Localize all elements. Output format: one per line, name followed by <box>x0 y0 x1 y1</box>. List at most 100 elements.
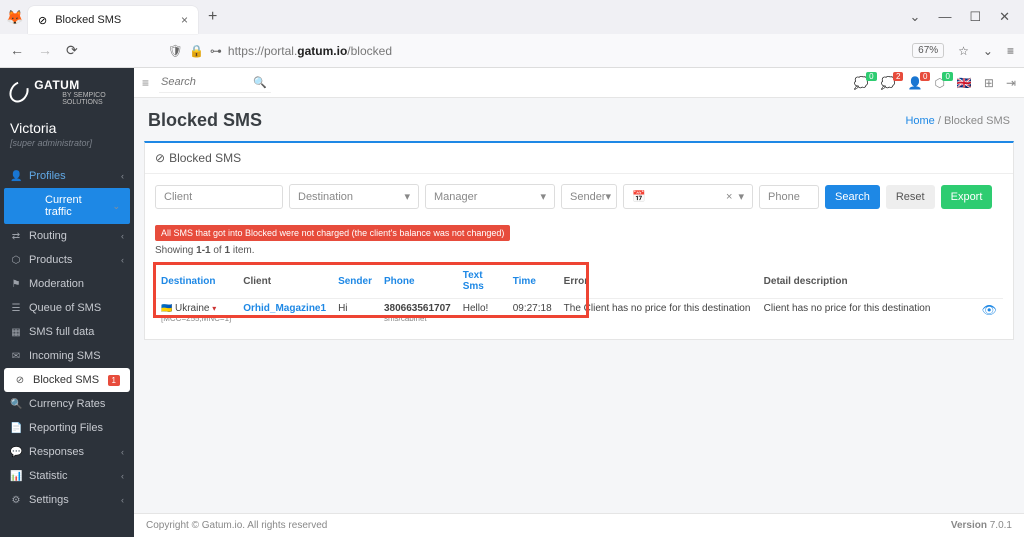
new-tab-button[interactable]: + <box>202 8 223 26</box>
reset-button[interactable]: Reset <box>886 185 935 209</box>
client-link[interactable]: Orhid_Magazine1 <box>243 303 326 314</box>
col-sender[interactable]: Sender <box>332 264 378 299</box>
col-client[interactable]: Client <box>237 264 332 299</box>
favicon-icon: ⊘ <box>38 14 47 27</box>
panel-blocked-sms: ⊘ Blocked SMS Client Destination▾ Manage… <box>144 141 1014 340</box>
notification-badge[interactable]: 👤0 <box>907 76 922 90</box>
browser-tab-strip: 🦊 ⊘ Blocked SMS × + ⌄ — ☐ ✕ <box>0 0 1024 34</box>
col-time[interactable]: Time <box>507 264 558 299</box>
sidebar-item-queue-of-sms[interactable]: ☰Queue of SMS <box>0 296 134 320</box>
search-icon[interactable]: 🔍 <box>249 76 271 89</box>
calendar-icon: 📅 <box>632 190 646 203</box>
warning-banner: All SMS that got into Blocked were not c… <box>155 225 510 241</box>
sidebar-item-settings[interactable]: ⚙Settings‹ <box>0 488 134 512</box>
search-button[interactable]: Search <box>825 185 880 209</box>
sidebar-item-currency-rates[interactable]: 🔍Currency Rates <box>0 392 134 416</box>
menu-icon: 📊 <box>10 471 22 482</box>
minimize-icon[interactable]: — <box>938 9 951 25</box>
permissions-icon: ⊶ <box>210 44 222 58</box>
filter-phone[interactable]: Phone <box>759 185 819 209</box>
shield-icon: 🛡 <box>168 44 183 58</box>
menu-icon: ⬡ <box>10 255 22 266</box>
menu-icon: ▦ <box>10 327 22 338</box>
main-content: ≡ 🔍 💭0💭2👤0⬡0 🇬🇧 ⊞ ⇥ Blocked SMS Home / B… <box>134 68 1024 537</box>
sidebar-item-blocked-sms[interactable]: ⊘Blocked SMS1 <box>4 368 130 392</box>
menu-icon: ⇄ <box>10 231 22 242</box>
filter-destination[interactable]: Destination▾ <box>289 184 419 209</box>
sidebar-item-products[interactable]: ⬡Products‹ <box>0 248 134 272</box>
col-phone[interactable]: Phone <box>378 264 457 299</box>
menu-icon: ✉ <box>10 351 22 362</box>
menu-icon: 👤 <box>10 171 22 182</box>
menu-icon: ⚙ <box>10 495 22 506</box>
menu-icon: 🔍 <box>10 399 22 410</box>
sidebar-item-statistic[interactable]: 📊Statistic‹ <box>0 464 134 488</box>
col-detail[interactable]: Detail description <box>758 264 976 299</box>
pocket-icon[interactable]: ⌄ <box>983 44 993 58</box>
close-tab-icon[interactable]: × <box>181 13 188 27</box>
brand-logo: GATUM BY SEMPICO SOLUTIONS <box>0 68 134 112</box>
maximize-icon[interactable]: ☐ <box>969 9 981 25</box>
filter-manager[interactable]: Manager▾ <box>425 184 555 209</box>
menu-toggle-icon[interactable]: ≡ <box>142 76 149 90</box>
sidebar-item-sms-full-data[interactable]: ▦SMS full data <box>0 320 134 344</box>
view-icon[interactable]: 👁 <box>982 303 997 317</box>
bookmark-icon[interactable]: ☆ <box>958 44 969 58</box>
col-error[interactable]: Error <box>558 264 758 299</box>
lock-icon: 🔒 <box>189 44 204 58</box>
footer: Copyright © Gatum.io. All rights reserve… <box>134 513 1024 537</box>
breadcrumb-home[interactable]: Home <box>905 115 934 127</box>
hamburger-icon[interactable]: ≡ <box>1007 44 1014 58</box>
firefox-icon: 🦊 <box>6 8 24 26</box>
sidebar-item-routing[interactable]: ⇄Routing‹ <box>0 224 134 248</box>
export-button[interactable]: Export <box>941 185 993 209</box>
menu-icon: ⊘ <box>14 375 26 386</box>
sidebar-item-responses[interactable]: 💬Responses‹ <box>0 440 134 464</box>
notification-badge[interactable]: ⬡0 <box>934 76 944 90</box>
chevron-down-icon[interactable]: ⌄ <box>910 9 921 25</box>
chevron-icon: ⌄ <box>112 201 120 212</box>
notification-badge[interactable]: 💭2 <box>881 76 896 90</box>
sidebar-item-moderation[interactable]: ⚑Moderation <box>0 272 134 296</box>
zoom-badge[interactable]: 67% <box>912 43 944 58</box>
filter-row: Client Destination▾ Manager▾ Sender▾ 📅×▾… <box>145 174 1013 219</box>
col-text[interactable]: Text Sms <box>457 264 507 299</box>
logout-icon[interactable]: ⇥ <box>1006 76 1016 90</box>
menu-icon: 💬 <box>10 447 22 458</box>
sidebar-item-reporting-files[interactable]: 📄Reporting Files <box>0 416 134 440</box>
panel-header: ⊘ Blocked SMS <box>145 143 1013 174</box>
blocked-sms-table: Destination Client Sender Phone Text Sms… <box>155 264 1003 327</box>
chevron-icon: ‹ <box>121 495 124 505</box>
sidebar: GATUM BY SEMPICO SOLUTIONS Victoria [sup… <box>0 68 134 537</box>
browser-address-bar: ← → ⟳ 🛡 🔒 ⊶ https://portal.gatum.io/bloc… <box>0 34 1024 68</box>
logo-mark-icon <box>6 78 33 106</box>
grid-icon[interactable]: ⊞ <box>984 76 994 90</box>
menu-badge: 1 <box>108 375 120 386</box>
topbar-search[interactable]: 🔍 <box>159 72 271 93</box>
menu-icon: 📄 <box>10 423 22 434</box>
col-destination[interactable]: Destination <box>155 264 237 299</box>
blocked-icon: ⊘ <box>155 151 165 165</box>
reload-icon[interactable]: ⟳ <box>66 42 78 59</box>
back-icon[interactable]: ← <box>10 42 24 59</box>
filter-date[interactable]: 📅×▾ <box>623 184 753 209</box>
close-window-icon[interactable]: ✕ <box>999 9 1010 25</box>
chevron-icon: ‹ <box>121 255 124 265</box>
sidebar-username: Victoria <box>0 112 134 138</box>
search-input[interactable] <box>159 72 249 92</box>
forward-icon: → <box>38 42 52 59</box>
filter-sender[interactable]: Sender▾ <box>561 184 617 209</box>
chevron-icon: ‹ <box>121 231 124 241</box>
url-field[interactable]: 🛡 🔒 ⊶ https://portal.gatum.io/blocked <box>168 44 392 58</box>
clear-date-icon[interactable]: × <box>726 191 732 203</box>
sidebar-item-current-traffic[interactable]: Current traffic⌄ <box>4 188 130 224</box>
page-title: Blocked SMS <box>148 110 262 131</box>
flag-icon[interactable]: 🇬🇧 <box>957 76 972 90</box>
browser-tab[interactable]: ⊘ Blocked SMS × <box>28 6 198 34</box>
notification-badge[interactable]: 💭0 <box>854 76 869 90</box>
sidebar-item-profiles[interactable]: 👤Profiles‹ <box>0 164 134 188</box>
showing-count: Showing 1-1 of 1 item. <box>145 241 1013 260</box>
sidebar-role: [super administrator] <box>0 138 134 158</box>
sidebar-item-incoming-sms[interactable]: ✉Incoming SMS <box>0 344 134 368</box>
filter-client[interactable]: Client <box>155 185 283 209</box>
